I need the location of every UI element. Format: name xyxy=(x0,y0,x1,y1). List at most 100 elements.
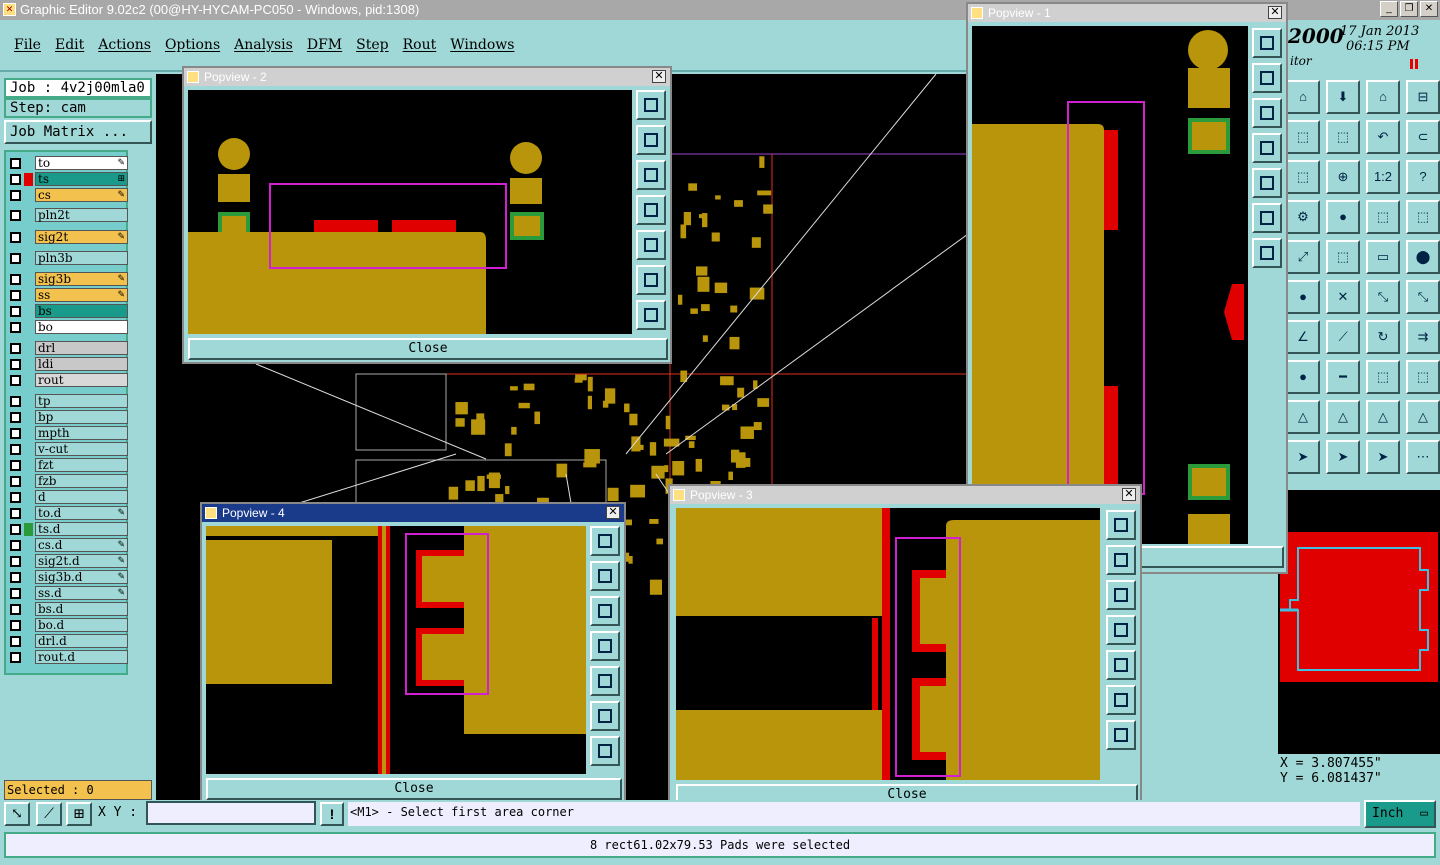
view-tool-icon[interactable] xyxy=(1252,168,1282,198)
pcb-pad[interactable] xyxy=(696,266,708,276)
tool-button-icon[interactable]: ⬚ xyxy=(1366,200,1400,234)
units-select[interactable]: Inch ▭ xyxy=(1364,800,1436,828)
tool-button-icon[interactable]: ⇉ xyxy=(1406,320,1440,354)
layer-label[interactable]: bp xyxy=(35,410,128,424)
tool-button-icon[interactable]: ⟋ xyxy=(1326,320,1360,354)
layer-checkbox[interactable] xyxy=(10,459,21,471)
layer-row-bo[interactable]: bo xyxy=(10,320,128,334)
pcb-pad[interactable] xyxy=(665,415,671,430)
pcb-pad[interactable] xyxy=(477,475,485,492)
popview-3-window[interactable]: Popview - 3 ✕ Close xyxy=(668,484,1142,814)
tool-button-icon[interactable]: ⬚ xyxy=(1406,360,1440,394)
tool-button-icon[interactable]: ➤ xyxy=(1366,440,1400,474)
layer-color-swatch[interactable] xyxy=(24,427,33,440)
layer-checkbox[interactable] xyxy=(10,603,21,615)
layer-label[interactable]: tp xyxy=(35,394,128,408)
layer-checkbox[interactable] xyxy=(10,411,21,423)
layer-label[interactable]: fzb xyxy=(35,474,128,488)
view-tool-icon[interactable] xyxy=(1252,133,1282,163)
pcb-pad[interactable] xyxy=(757,190,772,196)
layer-row-to.d[interactable]: to.d ✎ xyxy=(10,506,128,520)
layer-checkbox[interactable] xyxy=(10,395,21,407)
layer-row-ts.d[interactable]: ts.d xyxy=(10,522,128,536)
layer-label[interactable]: sig3b.d ✎ xyxy=(35,570,128,584)
tool-button-icon[interactable]: ⊕ xyxy=(1326,160,1360,194)
tool-button-icon[interactable]: ▭ xyxy=(1366,240,1400,274)
layer-row-bo.d[interactable]: bo.d xyxy=(10,618,128,632)
menu-analysis[interactable]: Analysis xyxy=(234,37,293,53)
view-tool-icon[interactable] xyxy=(1106,615,1136,645)
layer-checkbox[interactable] xyxy=(10,231,21,243)
layer-checkbox[interactable] xyxy=(10,635,21,647)
pcb-pad[interactable] xyxy=(628,556,633,564)
layer-label[interactable]: sig2t.d ✎ xyxy=(35,554,128,568)
pcb-pad[interactable] xyxy=(511,426,517,435)
pcb-pad[interactable] xyxy=(721,404,730,411)
layer-color-swatch[interactable] xyxy=(24,651,33,664)
menu-file[interactable]: File xyxy=(14,37,41,53)
tool-button-icon[interactable]: △ xyxy=(1286,400,1320,434)
layer-row-sig3b.d[interactable]: sig3b.d ✎ xyxy=(10,570,128,584)
layer-color-swatch[interactable] xyxy=(24,587,33,600)
layer-checkbox[interactable] xyxy=(10,289,21,301)
minimize-button[interactable]: _ xyxy=(1380,1,1398,17)
layer-checkbox[interactable] xyxy=(10,305,21,317)
menu-windows[interactable]: Windows xyxy=(450,37,514,53)
layer-color-swatch[interactable] xyxy=(24,475,33,488)
view-tool-icon[interactable] xyxy=(590,736,620,766)
tool-button-icon[interactable]: ↶ xyxy=(1366,120,1400,154)
layer-color-swatch[interactable] xyxy=(24,289,33,302)
pcb-pad[interactable] xyxy=(737,387,745,398)
layer-label[interactable]: to ✎ xyxy=(35,156,128,170)
pcb-pad[interactable] xyxy=(672,460,685,476)
layer-row-ss.d[interactable]: ss.d ✎ xyxy=(10,586,128,600)
tool-button-icon[interactable]: ↻ xyxy=(1366,320,1400,354)
pcb-pad[interactable] xyxy=(583,462,597,468)
pcb-pad[interactable] xyxy=(465,480,475,491)
layer-row-cs.d[interactable]: cs.d ✎ xyxy=(10,538,128,552)
layer-checkbox[interactable] xyxy=(10,252,21,264)
layer-label[interactable]: bo xyxy=(35,320,128,334)
pcb-pad[interactable] xyxy=(575,374,587,381)
layer-label[interactable]: ts ⊞ xyxy=(35,172,128,186)
tool-button-icon[interactable]: ⬚ xyxy=(1366,360,1400,394)
layer-color-swatch[interactable] xyxy=(24,358,33,371)
view-tool-icon[interactable] xyxy=(636,265,666,295)
layer-checkbox[interactable] xyxy=(10,443,21,455)
tool-button-icon[interactable]: ⤡ xyxy=(1406,280,1440,314)
layer-checkbox[interactable] xyxy=(10,475,21,487)
pcb-pad[interactable] xyxy=(701,213,708,228)
tool-button-icon[interactable]: ⚙ xyxy=(1286,200,1320,234)
layer-row-drl.d[interactable]: drl.d xyxy=(10,634,128,648)
layer-color-swatch[interactable] xyxy=(24,321,33,334)
popview-4-close-button[interactable]: Close xyxy=(206,778,622,800)
layer-label[interactable]: pln3b xyxy=(35,251,128,265)
pcb-pad[interactable] xyxy=(702,335,708,342)
pcb-pad[interactable] xyxy=(677,294,683,305)
pcb-pad[interactable] xyxy=(556,463,568,478)
pcb-pad[interactable] xyxy=(664,465,669,473)
layer-color-swatch[interactable] xyxy=(24,619,33,632)
layer-label[interactable]: drl.d xyxy=(35,634,128,648)
pcb-pad[interactable] xyxy=(649,579,663,595)
menu-step[interactable]: Step xyxy=(356,37,388,53)
xy-input[interactable] xyxy=(146,801,316,825)
layer-label[interactable]: rout.d xyxy=(35,650,128,664)
tool-button-icon[interactable]: ━ xyxy=(1326,360,1360,394)
layer-label[interactable]: ss.d ✎ xyxy=(35,586,128,600)
view-tool-icon[interactable] xyxy=(590,561,620,591)
layer-color-swatch[interactable] xyxy=(24,172,33,186)
layer-label[interactable]: sig3b ✎ xyxy=(35,272,128,286)
layer-row-fzt[interactable]: fzt xyxy=(10,458,128,472)
pcb-pad[interactable] xyxy=(695,458,703,472)
layer-checkbox[interactable] xyxy=(10,523,21,535)
tool-button-icon[interactable]: ⬇ xyxy=(1326,80,1360,114)
tool-button-icon[interactable]: ⬚ xyxy=(1326,240,1360,274)
alert-icon[interactable]: ! xyxy=(320,802,344,826)
tool-button-icon[interactable]: ⬚ xyxy=(1406,200,1440,234)
grid-icon[interactable]: ⊞ xyxy=(66,802,92,826)
view-tool-icon[interactable] xyxy=(1252,98,1282,128)
layer-row-sig3b[interactable]: sig3b ✎ xyxy=(10,272,128,286)
layer-row-sig2t[interactable]: sig2t ✎ xyxy=(10,230,128,244)
tool-button-icon[interactable]: ⤢ xyxy=(1286,240,1320,274)
